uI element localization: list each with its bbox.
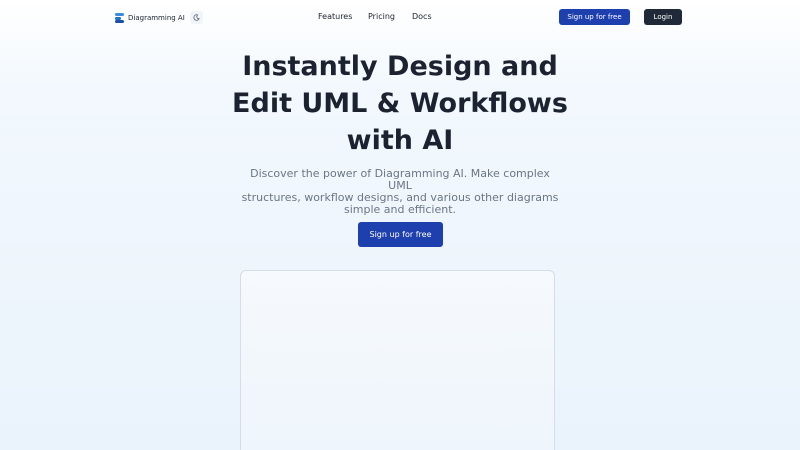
hero-subtitle: Discover the power of Diagramming AI. Ma…	[240, 168, 560, 216]
hero-title: Instantly Design and Edit UML & Workflow…	[0, 48, 800, 159]
product-preview-frame	[240, 270, 555, 450]
nav-signup-button[interactable]: Sign up for free	[559, 9, 630, 25]
hero-title-line: with AI	[346, 125, 454, 156]
hero-signup-button[interactable]: Sign up for free	[358, 222, 443, 247]
hero-subtitle-line: Discover the power of Diagramming AI. Ma…	[250, 167, 550, 192]
hero-title-line: Edit UML & Workflows	[232, 88, 568, 119]
login-button[interactable]: Login	[644, 9, 682, 25]
hero-title-line: Instantly Design and	[242, 51, 558, 82]
nav-link-features[interactable]: Features	[318, 12, 352, 21]
top-nav: Diagramming AI Features Pricing Docs Sig…	[0, 0, 800, 36]
nav-link-docs[interactable]: Docs	[412, 12, 432, 21]
hero-subtitle-line: simple and efficient.	[343, 203, 457, 216]
nav-link-pricing[interactable]: Pricing	[368, 12, 395, 21]
